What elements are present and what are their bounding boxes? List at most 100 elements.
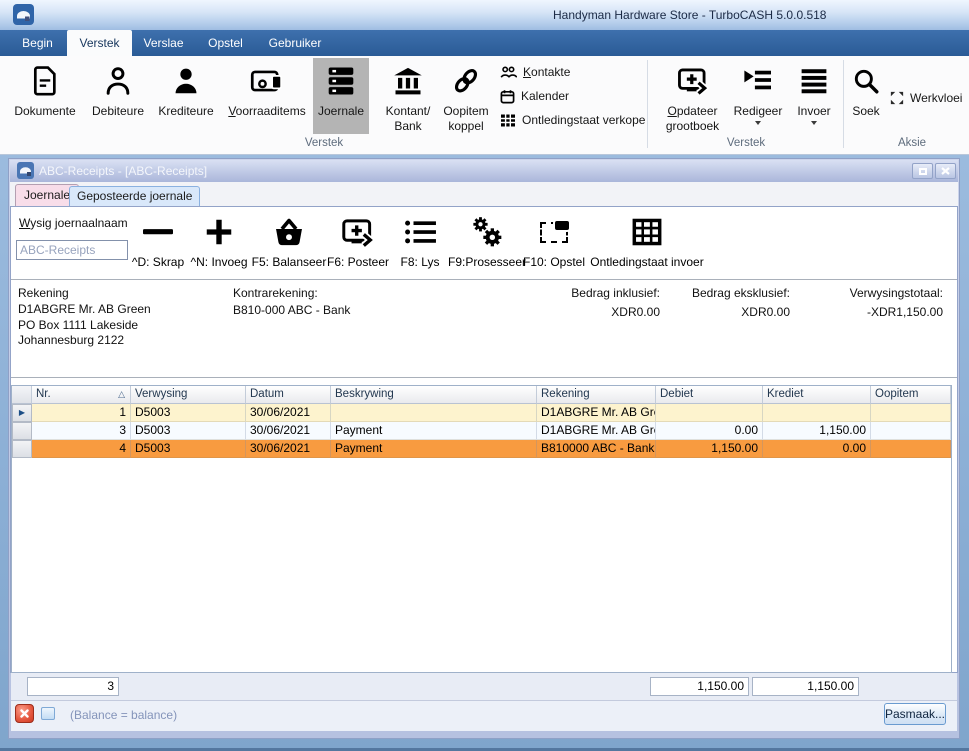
rekening-label: Rekening: [18, 286, 69, 300]
ribbon-button-joernale[interactable]: Joernale: [313, 58, 369, 134]
ribbon-group-separator: [647, 60, 648, 148]
ribbon-button-werkvloei[interactable]: Werkvloei: [890, 88, 962, 108]
ribbon-button-soek[interactable]: Soek: [845, 58, 887, 134]
journal-window-title: ABC-Receipts - [ABC-Receipts]: [39, 164, 207, 178]
invoeg-button[interactable]: ^N: Invoeg: [189, 212, 249, 269]
ribbon-button-kalender[interactable]: Kalender: [500, 86, 569, 106]
menu-tab-gebruiker[interactable]: Gebruiker: [259, 30, 331, 56]
journal-name-input[interactable]: [16, 240, 128, 260]
sort-ascending-icon: [118, 386, 125, 403]
document-icon: [31, 58, 59, 104]
debiet-total-box: 1,150.00: [650, 677, 749, 696]
row-selector[interactable]: [12, 404, 32, 422]
calendar-icon: [500, 89, 515, 104]
bedrag-inklusief-label: Bedrag inklusief:: [540, 286, 660, 300]
person-outline-icon: [103, 58, 133, 104]
tab-geposteerde-joernale[interactable]: Geposteerde joernale: [69, 186, 200, 206]
grid-row-2[interactable]: 3 D5003 30/06/2021 Payment D1ABGRE Mr. A…: [12, 422, 951, 440]
restore-button[interactable]: [912, 163, 933, 179]
basket-icon: [272, 212, 306, 252]
row-count-box: 3: [27, 677, 119, 696]
ribbon-button-debiteure[interactable]: Debiteure: [84, 58, 152, 134]
turbocash-app-icon: [13, 4, 34, 25]
grid-header-nr[interactable]: Nr.: [32, 386, 131, 404]
ribbon-button-voorraaditems[interactable]: Voorraaditems: [221, 58, 313, 134]
grid-header-debiet[interactable]: Debiet: [656, 386, 763, 404]
ribbon-button-invoer[interactable]: Invoer: [790, 58, 838, 134]
skrap-button[interactable]: ^D: Skrap: [128, 212, 188, 269]
person-filled-icon: [171, 58, 201, 104]
chevron-down-icon: [755, 121, 761, 125]
ribbon-button-oopitem-koppel[interactable]: Oopitem koppel: [437, 58, 495, 134]
grid-table-icon: [632, 212, 662, 252]
ontledingstaat-invoer-button[interactable]: Ontledingstaat invoer: [581, 212, 713, 269]
ribbon-button-dokumente[interactable]: Dokumente: [12, 58, 78, 134]
screen-plus-icon: [677, 58, 709, 104]
search-icon: [852, 58, 880, 104]
toolbar-separator: [11, 279, 957, 280]
error-indicator-button[interactable]: [15, 704, 34, 723]
close-icon: [941, 167, 950, 175]
grid-header-row: Nr. Verwysing Datum Beskrywing Rekening …: [12, 386, 951, 404]
balance-checkbox[interactable]: [41, 707, 55, 720]
screen-plus-icon: [341, 212, 375, 252]
indent-list-icon: [743, 58, 773, 104]
turbocash-window-icon: [17, 162, 34, 179]
rekening-details: D1ABGRE Mr. AB Green PO Box 1111 Lakesid…: [18, 302, 151, 349]
info-panel-separator: [11, 377, 957, 378]
ribbon-group-label-aksie: Aksie: [858, 137, 966, 149]
grid-row-3[interactable]: 4 D5003 30/06/2021 Payment B810000 ABC -…: [12, 440, 951, 458]
expand-corners-icon: [890, 91, 904, 105]
gears-icon: [471, 212, 503, 252]
stacked-bars-icon: [326, 58, 356, 104]
grid-header-rekening[interactable]: Rekening: [537, 386, 656, 404]
grid-header-oopitem[interactable]: Oopitem: [871, 386, 951, 404]
opstel-button[interactable]: F10: Opstel: [519, 212, 589, 269]
menu-tab-opstel[interactable]: Opstel: [197, 30, 254, 56]
row-selector[interactable]: [12, 422, 32, 440]
pasmaak-button[interactable]: Pasmaak...: [884, 703, 946, 725]
grid-header-datum[interactable]: Datum: [246, 386, 331, 404]
bedrag-eksklusief-value: XDR0.00: [670, 305, 790, 319]
close-button[interactable]: [935, 163, 956, 179]
kontrarekening-label: Kontrarekening:: [233, 286, 318, 300]
verwysingstotaal-value: -XDR1,150.00: [810, 305, 943, 319]
bedrag-inklusief-value: XDR0.00: [540, 305, 660, 319]
chevron-down-icon: [811, 121, 817, 125]
ribbon-button-opdateer-grootboek[interactable]: Opdateer grootboek: [650, 58, 735, 134]
ribbon-group-label-verstek-2: Verstek: [650, 137, 842, 149]
minus-icon: [143, 212, 173, 252]
rekening-address-2: Johannesburg 2122: [18, 333, 151, 349]
ribbon-button-krediteure[interactable]: Krediteure: [152, 58, 220, 134]
lys-button[interactable]: F8: Lys: [392, 212, 448, 269]
ribbon-button-redigeer[interactable]: Redigeer: [730, 58, 786, 134]
grid-header-krediet[interactable]: Krediet: [763, 386, 871, 404]
dashed-selection-icon: [540, 212, 568, 252]
grid-table-icon: [500, 113, 516, 128]
krediet-total-box: 1,150.00: [752, 677, 859, 696]
posteer-button[interactable]: F6: Posteer: [323, 212, 393, 269]
ribbon-button-ontledingstaat-verkope[interactable]: Ontledingstaat verkope: [500, 110, 645, 130]
prosesseer-button[interactable]: F9:Prosesseer: [446, 212, 528, 269]
grid-row-1[interactable]: 1 D5003 30/06/2021 D1ABGRE Mr. AB Green: [12, 404, 951, 422]
ribbon-button-kontant-bank[interactable]: Kontant/ Bank: [377, 58, 439, 134]
ribbon-button-kontakte[interactable]: Kontakte: [500, 62, 570, 82]
main-titlebar: Handyman Hardware Store - TurboCASH 5.0.…: [0, 0, 969, 30]
menu-tab-verslae[interactable]: Verslae: [133, 30, 194, 56]
row-selector[interactable]: [12, 440, 32, 458]
plus-icon: [205, 212, 233, 252]
ribbon-group-label-verstek: Verstek: [8, 137, 640, 149]
menu-tab-verstek[interactable]: Verstek: [67, 30, 132, 56]
bedrag-eksklusief-label: Bedrag eksklusief:: [670, 286, 790, 300]
red-x-icon: [20, 709, 29, 718]
scanner-device-icon: [250, 58, 284, 104]
two-people-icon: [500, 65, 517, 79]
menu-tab-begin[interactable]: Begin: [10, 30, 65, 56]
ribbon: Dokumente Debiteure Krediteure: [0, 56, 969, 155]
four-bars-icon: [799, 58, 829, 104]
restore-icon: [919, 168, 927, 175]
grid-header-beskrywing[interactable]: Beskrywing: [331, 386, 537, 404]
rekening-name: D1ABGRE Mr. AB Green: [18, 302, 151, 318]
grid-header-verwysing[interactable]: Verwysing: [131, 386, 246, 404]
balanseer-button[interactable]: F5: Balanseer: [249, 212, 329, 269]
